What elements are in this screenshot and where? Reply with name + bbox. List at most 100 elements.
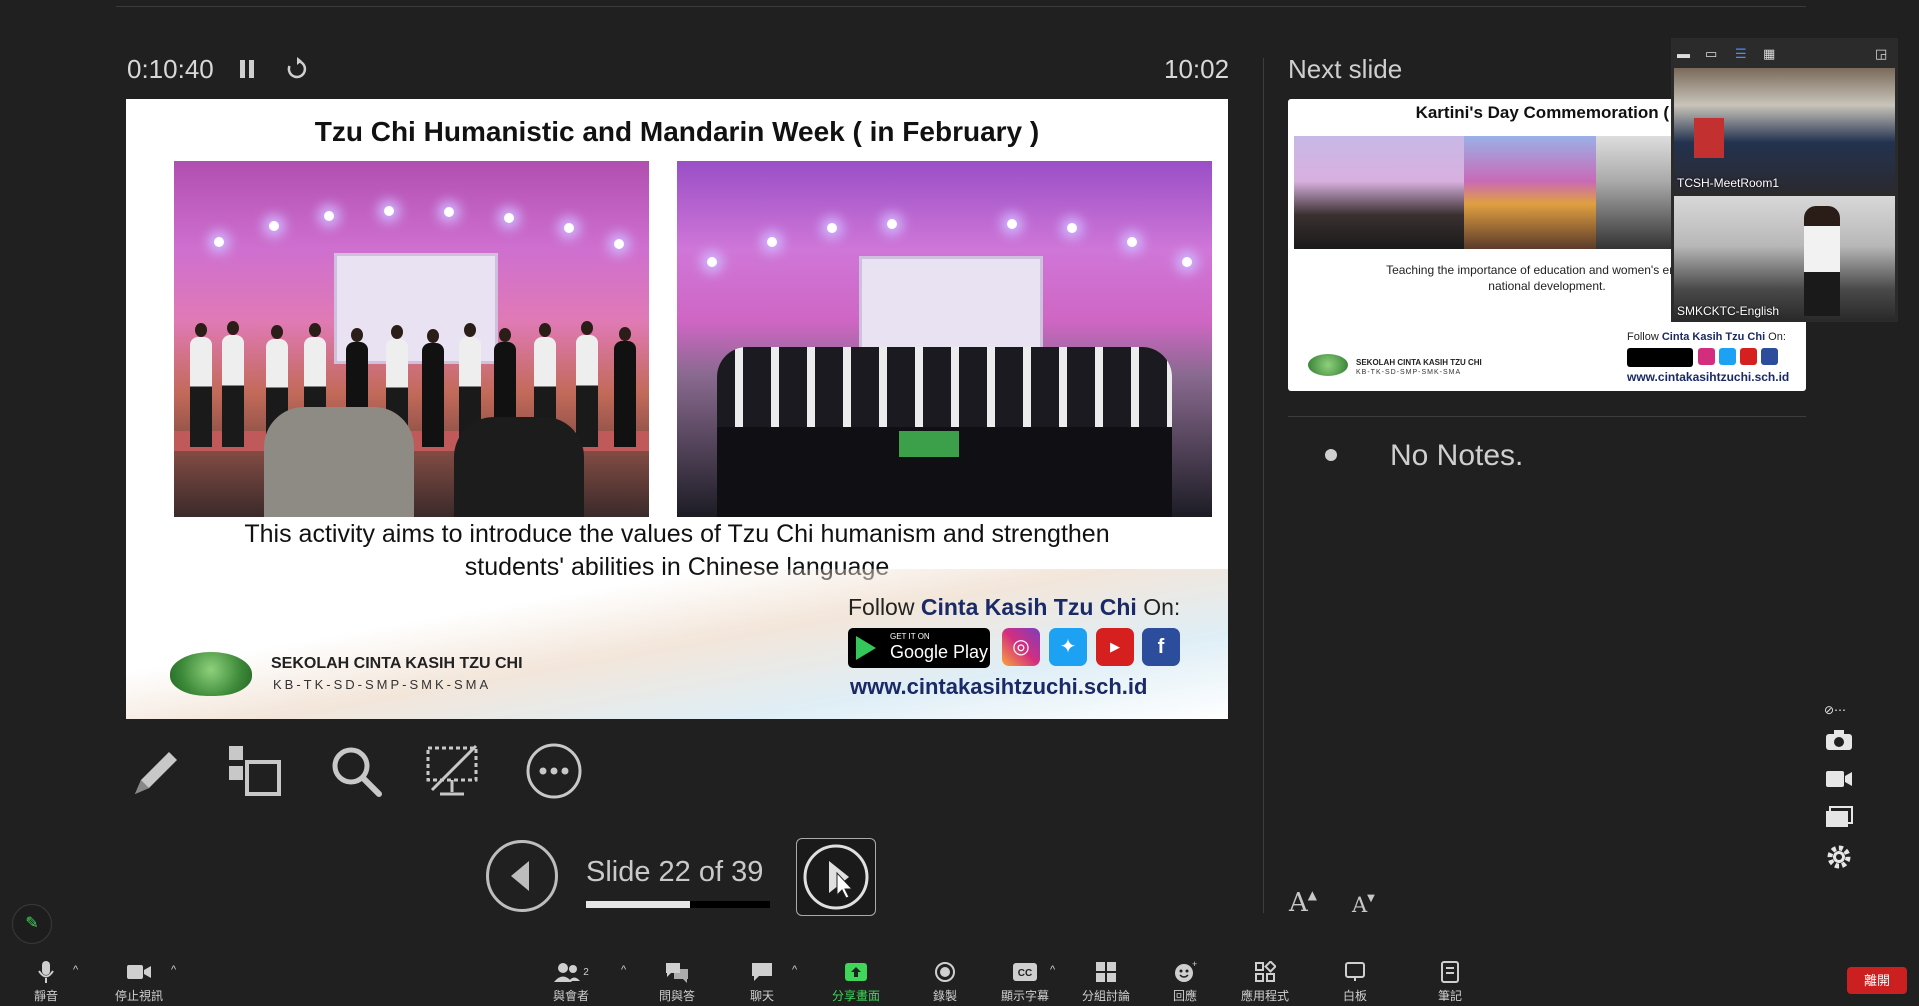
video-icon: [127, 965, 151, 979]
record-button[interactable]: 錄製: [908, 960, 982, 1004]
participants-options-caret[interactable]: ^: [621, 964, 626, 976]
next-slide-button[interactable]: [796, 838, 876, 916]
next-school-levels: KB-TK-SD-SMP-SMK-SMA: [1356, 369, 1462, 376]
annotate-pencil-icon[interactable]: ✎: [12, 904, 52, 944]
follow-text: Follow Cinta Kasih Tzu Chi On:: [848, 594, 1180, 621]
qa-button[interactable]: 問與答: [640, 960, 714, 1004]
participant-count: 2: [583, 966, 589, 978]
twitter-icon: ✦: [1049, 628, 1087, 666]
next-photo-2: [1464, 136, 1596, 249]
zoom-icon[interactable]: [327, 742, 385, 800]
notes-button[interactable]: 筆記: [1413, 960, 1487, 1004]
increase-font-button[interactable]: A▲: [1289, 888, 1317, 918]
minimize-icon[interactable]: ▬: [1677, 46, 1690, 61]
participants-button[interactable]: 2 與會者: [534, 960, 608, 1004]
svg-text:CC: CC: [1018, 968, 1032, 979]
reset-timer-icon[interactable]: [284, 56, 310, 89]
next-school-website: www.cintakasihtzuchi.sch.id: [1627, 370, 1790, 384]
share-screen-button[interactable]: 分享畫面: [819, 960, 893, 1004]
share-screen-icon: [845, 963, 867, 981]
facebook-icon: f: [1142, 628, 1180, 666]
next-follow-prefix: Follow: [1627, 331, 1662, 343]
breakout-label: 分組討論: [1081, 989, 1130, 1003]
whiteboard-icon: [1345, 962, 1365, 981]
gplay-small-text: GET IT ON: [890, 632, 930, 641]
slide-photo-group: [677, 161, 1212, 517]
captions-options-caret[interactable]: ^: [1050, 964, 1055, 976]
mute-button[interactable]: 靜音: [9, 960, 83, 1004]
mute-options-caret[interactable]: ^: [73, 964, 78, 976]
notes-label: 筆記: [1437, 989, 1462, 1003]
see-all-slides-icon[interactable]: [225, 742, 283, 800]
school-logo: [170, 652, 252, 696]
more-options-icon[interactable]: [525, 742, 583, 800]
follow-suffix: On:: [1136, 594, 1181, 620]
chat-options-caret[interactable]: ^: [792, 964, 797, 976]
chat-button[interactable]: 聊天: [725, 960, 799, 1004]
next-google-play-badge: [1627, 348, 1693, 367]
school-levels: KB-TK-SD-SMP-SMK-SMA: [273, 677, 492, 692]
settings-gear-icon[interactable]: [1824, 842, 1854, 877]
whiteboard-label: 白板: [1342, 989, 1367, 1003]
google-play-icon: [856, 636, 876, 660]
decrease-font-button[interactable]: A▼: [1352, 893, 1375, 917]
speaker-view-icon[interactable]: ▭: [1705, 46, 1717, 62]
microphone-icon: [38, 961, 54, 983]
video-camera-icon[interactable]: [1824, 768, 1854, 795]
qa-label: 問與答: [658, 989, 695, 1003]
caption-line-1: This activity aims to introduce the valu…: [244, 520, 1110, 548]
notes-bullet: [1325, 449, 1337, 461]
gallery-view-icon[interactable]: ▦: [1763, 46, 1775, 62]
participant-name-2: SMKCKTC-English: [1677, 304, 1780, 318]
speaker-notes: No Notes.: [1390, 439, 1524, 472]
reactions-label: 回應: [1172, 989, 1197, 1003]
current-slide: Tzu Chi Humanistic and Mandarin Week ( i…: [126, 99, 1228, 719]
breakout-icon: [1096, 962, 1116, 982]
window-icon[interactable]: [1824, 805, 1854, 834]
school-website: www.cintakasihtzuchi.sch.id: [850, 674, 1148, 699]
link-more-icon[interactable]: ⊘⋯: [1824, 703, 1846, 717]
pause-icon[interactable]: [238, 56, 256, 89]
whiteboard-button[interactable]: 白板: [1318, 960, 1392, 1004]
slide-progress-bar: [586, 901, 770, 908]
video-options-caret[interactable]: ^: [171, 964, 176, 976]
camera-snapshot-icon[interactable]: [1824, 728, 1854, 757]
next-twitter-icon: [1719, 348, 1736, 365]
slide-counter: Slide 22 of 39: [586, 856, 764, 888]
next-school-name: SEKOLAH CINTA KASIH TZU CHI: [1356, 358, 1482, 367]
stop-video-button[interactable]: 停止視訊: [102, 960, 176, 1004]
video-tile-1[interactable]: TCSH-MeetRoom1: [1674, 68, 1895, 192]
clock: 10:02: [1164, 54, 1230, 84]
slide-progress-fill: [586, 901, 690, 908]
google-play-badge: GET IT ON Google Play: [848, 628, 990, 668]
pen-icon[interactable]: [127, 742, 185, 800]
video-tile-2[interactable]: SMKCKTC-English: [1674, 196, 1895, 320]
youtube-icon: ▶: [1096, 628, 1134, 666]
apps-label: 應用程式: [1240, 989, 1289, 1003]
elapsed-timer: 0:10:40: [127, 54, 214, 84]
reactions-button[interactable]: + 回應: [1148, 960, 1222, 1004]
stop-video-label: 停止視訊: [114, 989, 163, 1003]
next-follow-brand: Cinta Kasih Tzu Chi: [1661, 331, 1766, 343]
end-meeting-button[interactable]: 離開: [1847, 967, 1907, 994]
breakout-rooms-button[interactable]: 分組討論: [1069, 960, 1143, 1004]
arrow-left-icon: [511, 861, 529, 891]
reaction-icon: +: [1175, 960, 1197, 982]
next-youtube-icon: [1740, 348, 1757, 365]
top-divider: [116, 6, 1806, 7]
participants-icon: [554, 963, 581, 982]
next-photo-3: [1596, 136, 1674, 249]
apps-button[interactable]: 應用程式: [1228, 960, 1302, 1004]
strip-view-icon[interactable]: ☰: [1735, 46, 1747, 62]
popout-icon[interactable]: ◲: [1875, 46, 1887, 62]
chat-label: 聊天: [749, 989, 774, 1003]
black-screen-icon[interactable]: [424, 742, 482, 800]
notes-divider: [1288, 416, 1806, 417]
share-screen-label: 分享畫面: [831, 989, 880, 1003]
next-photo-1: [1294, 136, 1464, 249]
school-name: SEKOLAH CINTA KASIH TZU CHI: [271, 655, 523, 672]
cc-icon: CC: [1013, 963, 1037, 981]
previous-slide-button[interactable]: [486, 840, 558, 912]
participants-label: 與會者: [552, 989, 589, 1003]
chat-icon: [752, 963, 772, 981]
